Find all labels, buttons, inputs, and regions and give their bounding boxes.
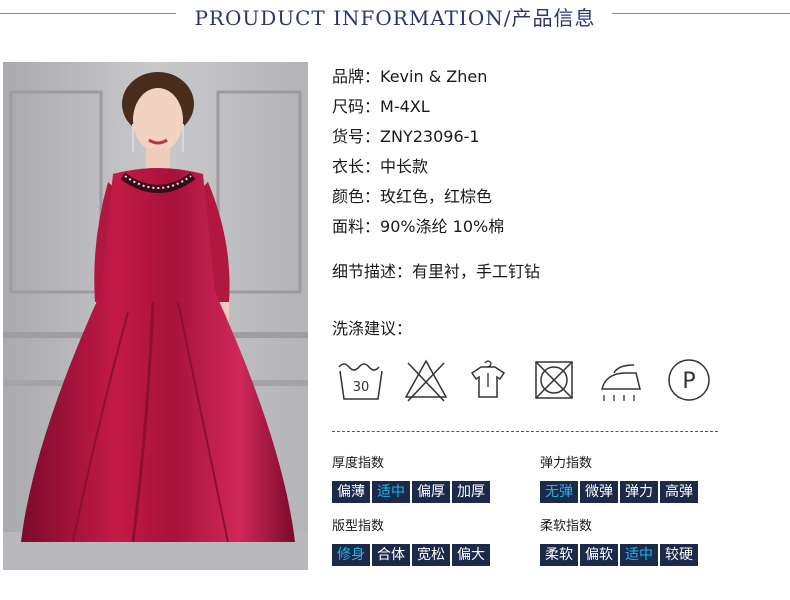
thickness-index: 厚度指数 偏薄 适中 偏厚 加厚 [332,455,490,503]
softness-option-selected: 适中 [620,544,658,566]
fit-option: 偏大 [452,544,490,566]
thickness-option: 偏薄 [332,481,370,503]
spec-size: 尺码：M-4XL [332,92,504,122]
elasticity-index: 弹力指数 无弹 微弹 弹力 高弹 [540,455,698,503]
dryclean-letter: P [682,369,695,394]
no-bleach-icon [404,359,448,402]
spec-value: 中长款 [380,157,429,176]
spec-key: 品牌： [332,67,381,86]
wash-title: 洗涤建议： [332,319,413,338]
softness-index: 柔软指数 柔软 偏软 适中 较硬 [540,518,698,566]
spec-value: M-4XL [380,97,430,116]
spec-key: 颜色： [332,187,381,206]
spec-fabric: 面料：90%涤纶 10%棉 [332,212,504,242]
softness-index-label: 柔软指数 [540,519,593,534]
wash-30-icon: 30 [338,363,383,400]
spec-value: 90%涤纶 10%棉 [380,217,505,236]
spec-value: ZNY23096-1 [380,127,480,146]
spec-key: 衣长： [332,157,381,176]
detail-value: 有里衬，手工钉钻 [412,262,541,281]
spec-value: 玫红色，红棕色 [380,187,493,206]
wash-temp-label: 30 [353,380,370,395]
spec-key: 尺码： [332,97,381,116]
elasticity-option-selected: 无弹 [540,481,578,503]
elasticity-index-label: 弹力指数 [540,456,593,471]
detail-key: 细节描述： [332,262,413,281]
professional-dryclean-p-icon: P [668,359,710,401]
spec-key: 面料： [332,217,381,236]
spec-value: Kevin & Zhen [380,67,488,86]
section-title: PROUDUCT INFORMATION/产品信息 [194,6,596,30]
elasticity-option: 弹力 [620,481,658,503]
spec-color: 颜色：玫红色，红棕色 [332,182,504,212]
softness-option: 柔软 [540,544,578,566]
fit-option-selected: 修身 [332,544,370,566]
spec-list: 品牌：Kevin & Zhen 尺码：M-4XL 货号：ZNY23096-1 衣… [332,62,504,242]
dashed-divider [332,431,718,432]
elasticity-option: 高弹 [660,481,698,503]
thickness-index-label: 厚度指数 [332,456,385,471]
spec-brand: 品牌：Kevin & Zhen [332,62,504,92]
elasticity-option: 微弹 [580,481,618,503]
thickness-option: 加厚 [452,481,490,503]
fit-option: 宽松 [412,544,450,566]
detail-description: 细节描述：有里衬，手工钉钻 [332,258,540,286]
softness-option: 偏软 [580,544,618,566]
spec-sku: 货号：ZNY23096-1 [332,122,504,152]
spec-key: 货号： [332,127,381,146]
section-header: PROUDUCT INFORMATION/产品信息 [0,0,790,32]
spec-length: 衣长：中长款 [332,152,504,182]
softness-option: 较硬 [660,544,698,566]
no-tumble-dry-icon [535,361,573,399]
iron-steam-icon [601,364,641,401]
header-rule-left [0,13,176,14]
product-photo [3,62,308,570]
hang-dry-icon [470,360,506,398]
wash-icon-row: 30 P [332,357,722,409]
fit-option: 合体 [372,544,410,566]
fit-index-label: 版型指数 [332,519,385,534]
fit-index: 版型指数 修身 合体 宽松 偏大 [332,518,490,566]
header-rule-right [612,13,790,14]
thickness-option-selected: 适中 [372,481,410,503]
thickness-option: 偏厚 [412,481,450,503]
